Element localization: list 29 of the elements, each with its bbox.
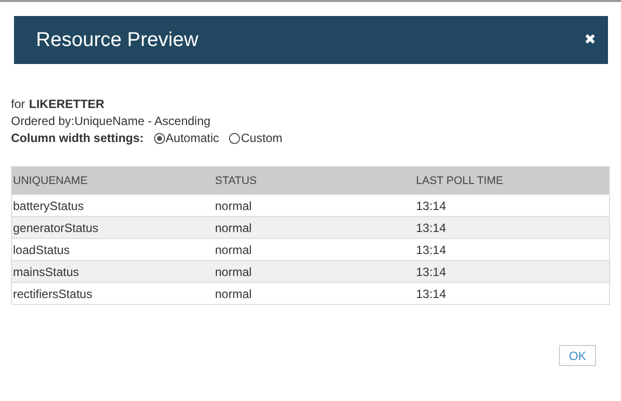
table-cell: generatorStatus (12, 216, 214, 238)
table-cell: rectifiersStatus (12, 282, 214, 304)
table-cell: 13:14 (415, 194, 610, 216)
column-width-label: Column width settings: (11, 130, 144, 147)
for-label: for (11, 96, 26, 113)
table-cell: mainsStatus (12, 260, 214, 282)
table-cell: normal (214, 194, 415, 216)
table-cell: 13:14 (415, 238, 610, 260)
column-header: UNIQUENAME (12, 166, 214, 194)
column-header: STATUS (214, 166, 415, 194)
ok-button[interactable]: OK (559, 345, 596, 366)
dialog-title: Resource Preview (36, 28, 198, 52)
ordered-by-text: Ordered by:UniqueName - Ascending (11, 113, 210, 130)
radio-icon[interactable] (154, 133, 165, 144)
table-cell: 13:14 (415, 282, 610, 304)
table-cell: loadStatus (12, 238, 214, 260)
resource-name: LIKERETTER (29, 96, 104, 113)
close-button[interactable]: ✖ (584, 32, 596, 48)
radio-option[interactable]: Custom (229, 130, 282, 147)
column-header: LAST POLL TIME (415, 166, 610, 194)
table-cell: batteryStatus (12, 194, 214, 216)
table-cell: normal (214, 238, 415, 260)
table-cell: 13:14 (415, 260, 610, 282)
radio-icon[interactable] (229, 133, 240, 144)
radio-option[interactable]: Automatic (154, 130, 220, 147)
table-cell: 13:14 (415, 216, 610, 238)
table-cell: normal (214, 216, 415, 238)
table-cell: normal (214, 260, 415, 282)
table-cell: normal (214, 282, 415, 304)
